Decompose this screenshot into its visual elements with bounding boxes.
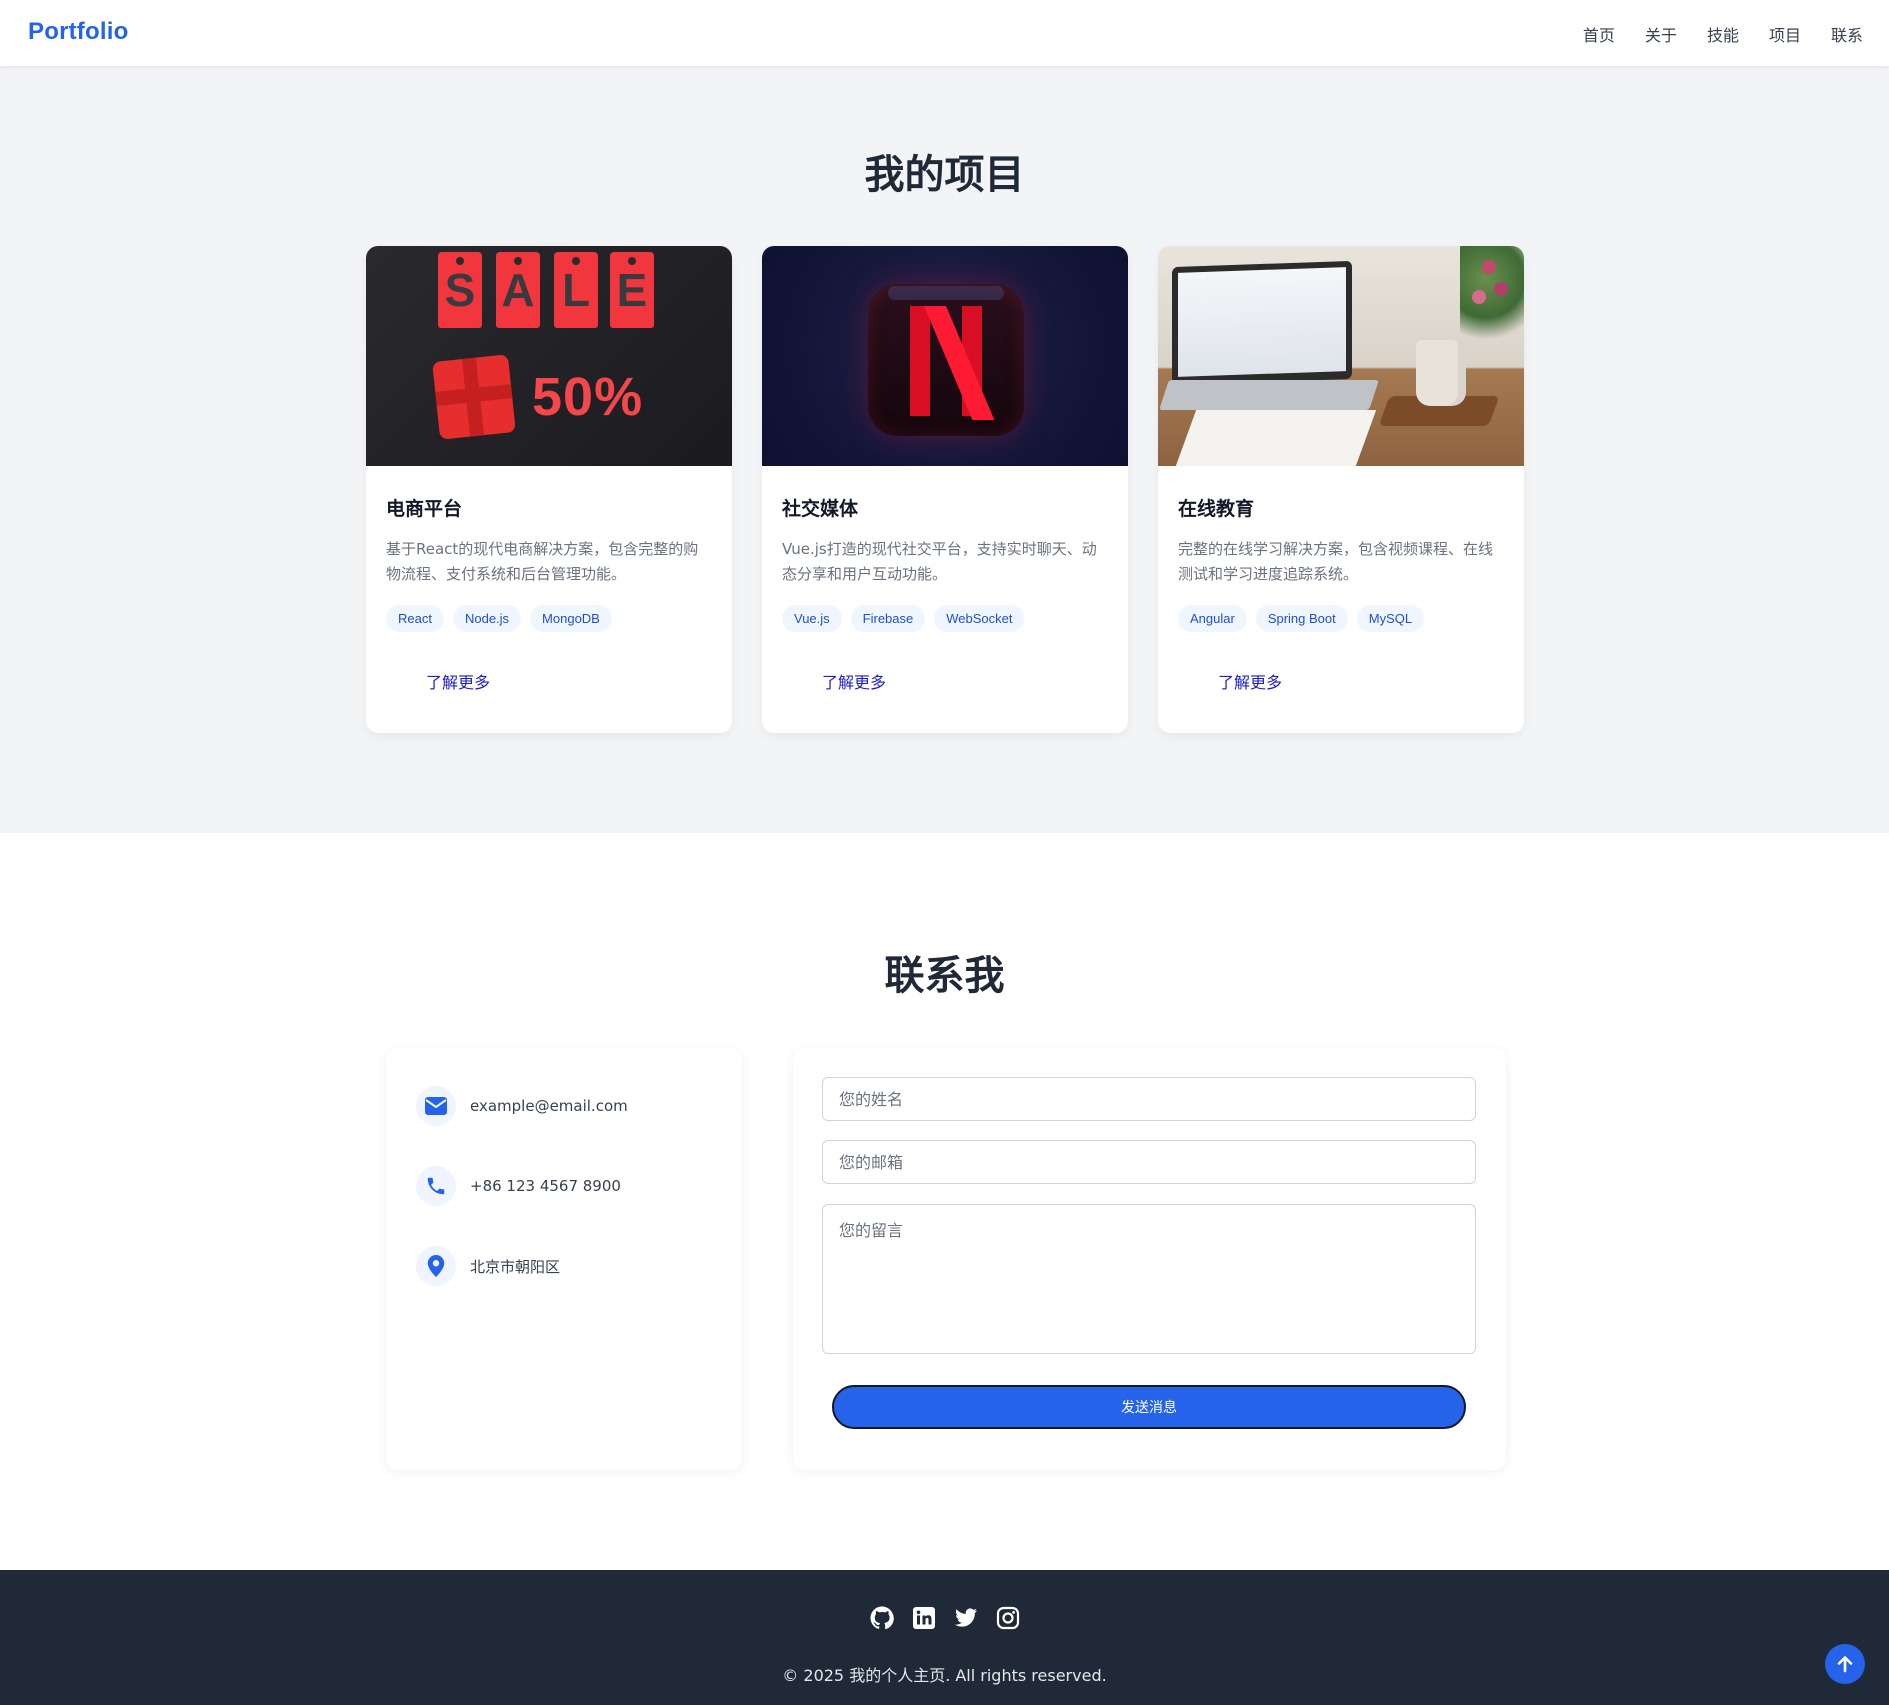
arrow-up-icon [1837,1656,1853,1673]
contact-form: 发送消息 [793,1048,1506,1470]
tech-tags: Vue.js Firebase WebSocket [782,605,1108,632]
project-card-social: 社交媒体 Vue.js打造的现代社交平台，支持实时聊天、动态分享和用户互动功能。… [762,246,1128,733]
brand-logo[interactable]: Portfolio [28,18,128,46]
gift-box-image [432,354,516,440]
tech-tag: WebSocket [934,605,1025,632]
tech-tag: Angular [1178,605,1247,632]
back-to-top-button[interactable] [1825,1644,1865,1684]
sale-tag: S [438,252,482,328]
contact-phone-row: +86 123 4567 8900 [416,1166,621,1206]
discount-text: 50% [532,367,644,427]
tech-tag: React [386,605,444,632]
tech-tag: Firebase [850,605,926,632]
learn-more-link[interactable]: 了解更多 [1218,669,1504,693]
contact-section: 联系我 example@email.com +86 123 4567 8900 … [0,833,1889,1570]
flowers [1460,246,1524,356]
navbar: Portfolio 首页 关于 技能 项目 联系 [0,0,1889,66]
project-card-ecommerce: S A L E 50% 电商平台 基于React的现代电商解决方案，包含完整的购… [366,246,732,733]
name-input[interactable] [822,1077,1476,1121]
envelope-icon [416,1086,456,1126]
nav-item-projects[interactable]: 项目 [1769,22,1801,46]
footer: © 2025 我的个人主页. All rights reserved. [0,1570,1889,1705]
contact-address-row: 北京市朝阳区 [416,1246,560,1286]
tech-tags: Angular Spring Boot MySQL [1178,605,1504,632]
project-title: 社交媒体 [782,498,859,520]
tech-tag: Spring Boot [1255,605,1348,632]
coffee-cup [1416,340,1466,406]
learn-more-link[interactable]: 了解更多 [822,669,1108,693]
app-icon-tile [868,284,1024,436]
project-description: Vue.js打造的现代社交平台，支持实时聊天、动态分享和用户互动功能。 [782,540,1097,583]
project-image-sale: S A L E 50% [366,246,732,466]
instagram-icon[interactable] [996,1606,1020,1630]
linkedin-icon[interactable] [912,1606,936,1630]
contact-phone: +86 123 4567 8900 [470,1177,621,1195]
learn-more-link[interactable]: 了解更多 [426,669,712,693]
projects-section: 我的项目 S A L E 50% 电商平台 基于React的现代电商解决方案，包… [0,66,1889,833]
nav-item-about[interactable]: 关于 [1645,22,1677,46]
email-input[interactable] [822,1140,1476,1184]
contact-email: example@email.com [470,1097,628,1115]
nav-item-skills[interactable]: 技能 [1707,22,1739,46]
twitter-icon[interactable] [954,1606,978,1630]
send-message-button[interactable]: 发送消息 [832,1385,1466,1429]
notebook [1175,410,1377,466]
project-title: 电商平台 [386,498,463,520]
contact-address: 北京市朝阳区 [470,1257,561,1276]
contact-email-row: example@email.com [416,1086,628,1126]
sale-tag: L [554,252,598,328]
location-pin-icon [416,1246,456,1286]
nav-item-contact[interactable]: 联系 [1831,22,1863,46]
github-icon[interactable] [870,1606,894,1630]
sale-tag: A [496,252,540,328]
phone-icon [416,1166,456,1206]
tech-tag: Node.js [452,605,522,632]
contact-info-card: example@email.com +86 123 4567 8900 北京市朝… [386,1048,742,1470]
tech-tag: MySQL [1356,605,1425,632]
project-description: 完整的在线学习解决方案，包含视频课程、在线测试和学习进度追踪系统。 [1178,540,1494,583]
nav-item-home[interactable]: 首页 [1583,22,1615,46]
social-links [0,1606,1889,1630]
projects-title: 我的项目 [864,152,1025,198]
laptop-keyboard [1159,380,1379,410]
project-image-netflix-logo [762,246,1128,466]
project-image-laptop-desk [1158,246,1524,466]
project-card-education: 在线教育 完整的在线学习解决方案，包含视频课程、在线测试和学习进度追踪系统。 A… [1158,246,1524,733]
project-description: 基于React的现代电商解决方案，包含完整的购物流程、支付系统和后台管理功能。 [386,540,699,583]
nav-links: 首页 关于 技能 项目 联系 [1583,22,1863,46]
sale-tag: E [610,252,654,328]
tech-tag: MongoDB [530,605,612,632]
message-textarea[interactable] [822,1204,1476,1354]
netflix-n-logo [910,306,995,420]
copyright-text: © 2025 我的个人主页. All rights reserved. [782,1666,1107,1685]
tech-tags: React Node.js MongoDB [386,605,712,632]
contact-title: 联系我 [884,953,1005,999]
laptop-screen [1172,260,1352,386]
tech-tag: Vue.js [782,605,842,632]
project-title: 在线教育 [1178,498,1255,520]
